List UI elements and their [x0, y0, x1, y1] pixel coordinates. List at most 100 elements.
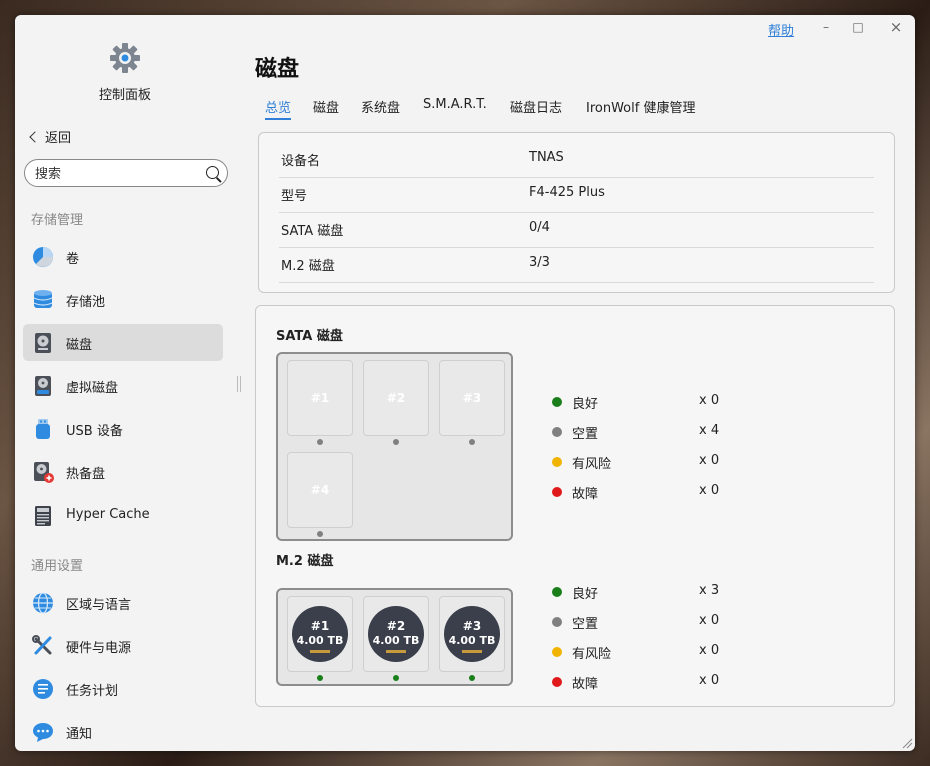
close-icon[interactable]: ×	[888, 19, 904, 35]
sata-legend-empty: 空置 x 4	[552, 422, 722, 442]
task-list-icon	[33, 679, 53, 699]
device-info-card: 设备名 TNAS 型号 F4-425 Plus SATA 磁盘 0/4 M.2 …	[258, 132, 895, 293]
info-key: SATA 磁盘	[281, 224, 344, 239]
legend-count: x 3	[699, 583, 720, 598]
status-dot	[552, 587, 562, 597]
disk-icon	[35, 333, 51, 353]
sidebar-item-notification[interactable]: 通知	[23, 713, 223, 750]
search-icon[interactable]	[206, 166, 219, 179]
info-key: 型号	[281, 189, 308, 204]
sata-legend-risk: 有风险 x 0	[552, 452, 722, 472]
m2-slot-3[interactable]: #3 4.00 TB	[439, 596, 505, 672]
status-dot	[552, 617, 562, 627]
tab-system-disk[interactable]: 系统盘	[361, 97, 400, 116]
resize-grip-icon[interactable]	[901, 737, 913, 749]
drive-capacity: 4.00 TB	[372, 634, 420, 647]
tools-icon	[32, 635, 52, 655]
tab-disks[interactable]: 磁盘	[313, 97, 339, 116]
info-row-sata-disks: SATA 磁盘 0/4	[279, 212, 874, 248]
section-title-general: 通用设置	[31, 559, 84, 574]
back-label: 返回	[45, 131, 72, 146]
info-value: TNAS	[529, 150, 564, 165]
m2-legend-fault: 故障 x 0	[552, 672, 722, 692]
maximize-icon[interactable]: □	[850, 19, 866, 35]
status-dot	[552, 677, 562, 687]
m2-drive: #2 4.00 TB	[368, 606, 424, 662]
m2-legend-empty: 空置 x 0	[552, 612, 722, 632]
search-input[interactable]	[33, 164, 197, 184]
info-row-model: 型号 F4-425 Plus	[279, 177, 874, 213]
legend-label: 故障	[572, 677, 599, 692]
slot-status-dot	[393, 675, 399, 681]
legend-label: 良好	[572, 587, 599, 602]
storage-pool-icon	[33, 290, 53, 308]
sidebar-item-label: 磁盘	[66, 338, 93, 353]
sidebar-item-label: 虚拟磁盘	[66, 381, 119, 396]
sidebar-item-hardware-power[interactable]: 硬件与电源	[23, 627, 223, 664]
slot-number: #3	[462, 619, 482, 633]
tab-disk-log[interactable]: 磁盘日志	[510, 97, 562, 116]
m2-slot-1[interactable]: #1 4.00 TB	[287, 596, 353, 672]
gear-icon	[110, 43, 140, 73]
slot-number: #4	[310, 483, 330, 497]
help-link[interactable]: 帮助	[768, 20, 794, 39]
sata-slot-1[interactable]: #1	[287, 360, 353, 436]
minimize-icon[interactable]: –	[818, 19, 834, 35]
tab-overview[interactable]: 总览	[265, 97, 292, 120]
slot-number: #1	[310, 391, 330, 405]
usb-icon	[36, 419, 50, 439]
slot-number: #2	[386, 391, 406, 405]
sata-slot-4[interactable]: #4	[287, 452, 353, 528]
legend-label: 良好	[572, 397, 599, 412]
legend-count: x 0	[699, 613, 720, 628]
legend-count: x 0	[699, 453, 720, 468]
status-dot	[552, 487, 562, 497]
app-title: 控制面板	[98, 88, 151, 103]
legend-label: 空置	[572, 617, 599, 632]
sidebar-item-task-schedule[interactable]: 任务计划	[23, 670, 223, 707]
slot-number: #1	[310, 619, 330, 633]
m2-drive: #1 4.00 TB	[292, 606, 348, 662]
sidebar-item-label: 存储池	[66, 295, 106, 310]
sidebar-item-hot-spare[interactable]: 热备盘	[23, 453, 223, 490]
info-value: 0/4	[529, 220, 550, 235]
sata-bay: #1 #2 #3 #4	[276, 352, 513, 541]
m2-slot-2[interactable]: #2 4.00 TB	[363, 596, 429, 672]
sidebar: 控制面板 返回 存储管理 卷 存储池	[15, 15, 237, 751]
sata-slot-2[interactable]: #2	[363, 360, 429, 436]
legend-count: x 4	[699, 423, 720, 438]
page-title: 磁盘	[255, 57, 300, 82]
sidebar-item-usb[interactable]: USB 设备	[23, 410, 223, 447]
m2-bay: #1 4.00 TB #2 4.00 TB #3 4.00 TB	[276, 588, 513, 686]
info-value: F4-425 Plus	[529, 185, 605, 200]
virtual-disk-icon	[35, 376, 51, 396]
slot-number: #2	[386, 619, 406, 633]
sidebar-item-volume[interactable]: 卷	[23, 238, 223, 275]
legend-count: x 0	[699, 483, 720, 498]
sidebar-item-region-language[interactable]: 区域与语言	[23, 584, 223, 621]
sidebar-item-disk[interactable]: 磁盘	[23, 324, 223, 361]
drive-capacity: 4.00 TB	[296, 634, 344, 647]
info-row-m2-disks: M.2 磁盘 3/3	[279, 247, 874, 283]
tab-smart[interactable]: S.M.A.R.T.	[423, 97, 487, 112]
sidebar-item-label: 任务计划	[66, 684, 119, 699]
slot-status-dot	[317, 675, 323, 681]
sidebar-item-label: 通知	[66, 727, 93, 742]
tab-ironwolf-health[interactable]: IronWolf 健康管理	[586, 97, 695, 116]
search-box	[24, 159, 228, 187]
sidebar-item-hyper-cache[interactable]: Hyper Cache	[23, 497, 223, 534]
sidebar-resize-handle[interactable]	[237, 376, 241, 392]
sidebar-item-storage-pool[interactable]: 存储池	[23, 281, 223, 318]
slot-status-dot	[317, 439, 323, 445]
sata-slot-3[interactable]: #3	[439, 360, 505, 436]
ssd-cache-icon	[35, 506, 51, 526]
m2-legend-good: 良好 x 3	[552, 582, 722, 602]
slot-number: #3	[462, 391, 482, 405]
status-dot	[552, 427, 562, 437]
slot-status-dot	[393, 439, 399, 445]
sidebar-item-virtual-disk[interactable]: 虚拟磁盘	[23, 367, 223, 404]
drive-chip	[386, 650, 406, 653]
sidebar-item-label: 硬件与电源	[66, 641, 132, 656]
back-button[interactable]: 返回	[27, 127, 71, 146]
sidebar-item-label: 热备盘	[66, 467, 106, 482]
